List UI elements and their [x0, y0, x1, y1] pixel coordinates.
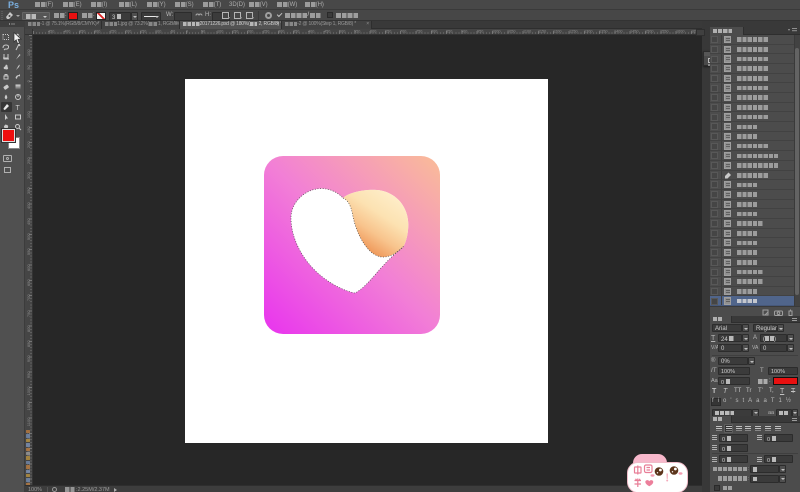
svg-text:T: T [16, 105, 21, 111]
